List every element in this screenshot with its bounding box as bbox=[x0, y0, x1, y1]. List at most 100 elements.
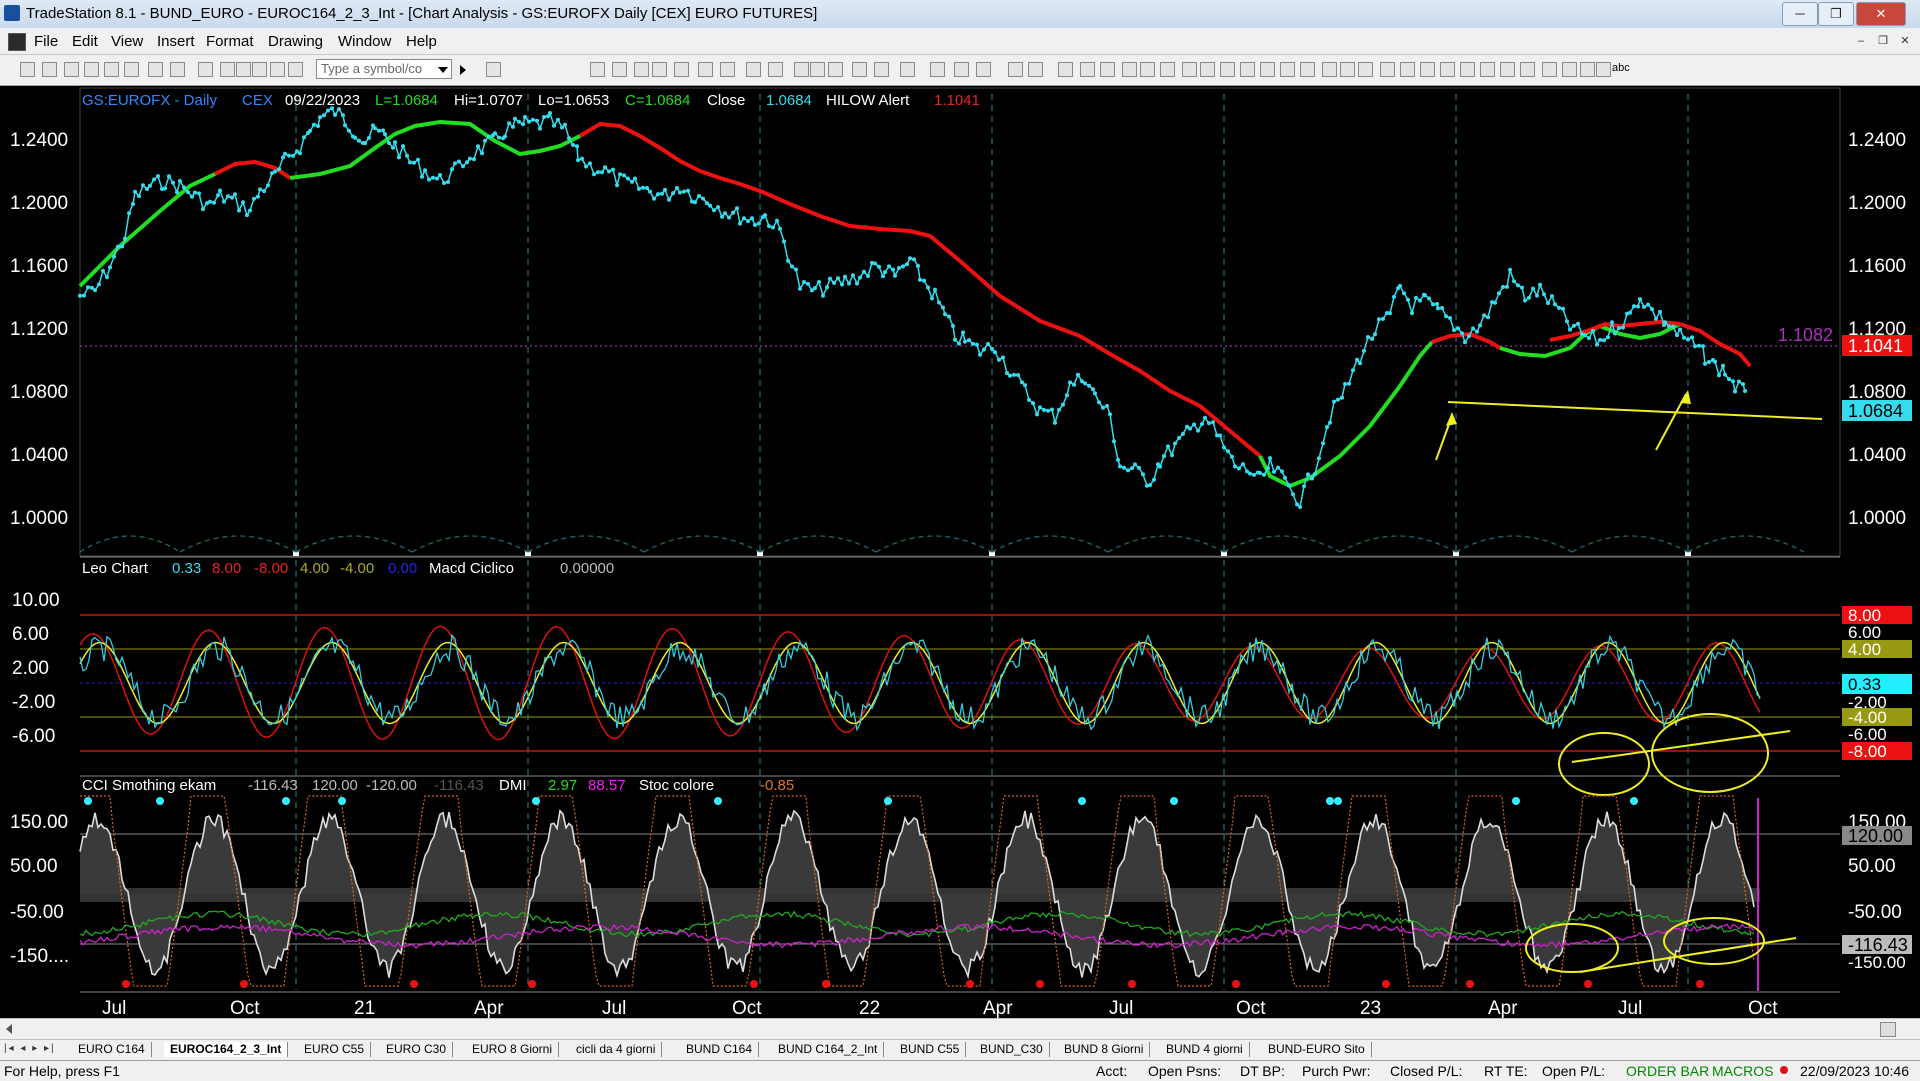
toolbar-button-icon[interactable] bbox=[198, 62, 213, 77]
toolbar-button-icon[interactable] bbox=[794, 62, 809, 77]
symbol-input[interactable]: Type a symbol/co bbox=[316, 59, 452, 79]
toolbar-button-icon[interactable] bbox=[976, 62, 991, 77]
toolbar-button-icon[interactable] bbox=[84, 62, 99, 77]
toolbar-button-icon[interactable] bbox=[1400, 62, 1415, 77]
text-tool-icon[interactable]: abc bbox=[1612, 62, 1630, 74]
workspace-tab[interactable]: EUROC164_2_3_Int bbox=[164, 1042, 289, 1057]
toolbar-button-icon[interactable] bbox=[720, 62, 735, 77]
go-arrow-icon[interactable] bbox=[460, 65, 466, 75]
toolbar-button-icon[interactable] bbox=[1358, 62, 1373, 77]
toolbar-button-icon[interactable] bbox=[252, 62, 267, 77]
mdi-minimize-button[interactable]: – bbox=[1850, 32, 1872, 50]
scroll-left-arrow-icon[interactable] bbox=[6, 1024, 12, 1034]
toolbar-button-icon[interactable] bbox=[1028, 62, 1043, 77]
toolbar-button-icon[interactable] bbox=[1380, 62, 1395, 77]
toolbar-button-icon[interactable] bbox=[954, 62, 969, 77]
toolbar-button-icon[interactable] bbox=[220, 62, 235, 77]
menu-help[interactable]: Help bbox=[406, 33, 437, 50]
chart-svg[interactable]: GS:EUROFX - Daily CEX 09/22/2023 L=1.068… bbox=[0, 86, 1920, 1019]
chart-analysis-window[interactable]: GS:EUROFX - Daily CEX 09/22/2023 L=1.068… bbox=[0, 86, 1920, 1026]
symbol-dropdown-icon[interactable] bbox=[438, 67, 448, 73]
toolbar-button-icon[interactable] bbox=[1596, 62, 1611, 77]
toolbar-button-icon[interactable] bbox=[236, 62, 251, 77]
toolbar-button-icon[interactable] bbox=[900, 62, 915, 77]
toolbar-button-icon[interactable] bbox=[1122, 62, 1137, 77]
chart-horizontal-scrollbar[interactable] bbox=[0, 1018, 1920, 1039]
toolbar-button-icon[interactable] bbox=[698, 62, 713, 77]
toolbar-button-icon[interactable] bbox=[1500, 62, 1515, 77]
mdi-restore-button[interactable]: ❐ bbox=[1872, 32, 1894, 50]
maximize-button[interactable]: ❐ bbox=[1818, 2, 1854, 26]
toolbar-button-icon[interactable] bbox=[1220, 62, 1235, 77]
status-order-bar[interactable]: ORDER BAR bbox=[1626, 1063, 1709, 1079]
toolbar-button-icon[interactable] bbox=[1520, 62, 1535, 77]
toolbar-button-icon[interactable] bbox=[1280, 62, 1295, 77]
workspace-tab[interactable]: BUND C164 bbox=[680, 1042, 760, 1057]
toolbar-button-icon[interactable] bbox=[486, 62, 501, 77]
toolbar-button-icon[interactable] bbox=[674, 62, 689, 77]
toolbar-button-icon[interactable] bbox=[1140, 62, 1155, 77]
toolbar-button-icon[interactable] bbox=[124, 62, 139, 77]
toolbar-button-icon[interactable] bbox=[42, 62, 57, 77]
toolbar-button-icon[interactable] bbox=[1440, 62, 1455, 77]
toolbar-button-icon[interactable] bbox=[612, 62, 627, 77]
toolbar-button-icon[interactable] bbox=[746, 62, 761, 77]
workspace-tab[interactable]: EURO C30 bbox=[380, 1042, 454, 1057]
scroll-thumb[interactable] bbox=[1880, 1022, 1896, 1037]
toolbar-button-icon[interactable] bbox=[104, 62, 119, 77]
minimize-button[interactable]: ─ bbox=[1782, 2, 1818, 26]
toolbar-button-icon[interactable] bbox=[1200, 62, 1215, 77]
toolbar-button-icon[interactable] bbox=[852, 62, 867, 77]
menu-view[interactable]: View bbox=[111, 33, 143, 50]
workspace-tab[interactable]: BUND 8 Giorni bbox=[1058, 1042, 1151, 1057]
toolbar-button-icon[interactable] bbox=[1160, 62, 1175, 77]
toolbar-button-icon[interactable] bbox=[590, 62, 605, 77]
toolbar-button-icon[interactable] bbox=[1260, 62, 1275, 77]
toolbar-button-icon[interactable] bbox=[1460, 62, 1475, 77]
toolbar-button-icon[interactable] bbox=[874, 62, 889, 77]
toolbar-button-icon[interactable] bbox=[1542, 62, 1557, 77]
toolbar-button-icon[interactable] bbox=[1080, 62, 1095, 77]
toolbar-button-icon[interactable] bbox=[930, 62, 945, 77]
workspace-tab[interactable]: EURO C164 bbox=[72, 1042, 152, 1057]
toolbar-button-icon[interactable] bbox=[1322, 62, 1337, 77]
toolbar-button-icon[interactable] bbox=[1580, 62, 1595, 77]
menu-window[interactable]: Window bbox=[338, 33, 391, 50]
workspace-tab[interactable]: BUND 4 giorni bbox=[1160, 1042, 1250, 1057]
toolbar-button-icon[interactable] bbox=[1182, 62, 1197, 77]
menu-drawing[interactable]: Drawing bbox=[268, 33, 323, 50]
toolbar-button-icon[interactable] bbox=[634, 62, 649, 77]
toolbar-button-icon[interactable] bbox=[768, 62, 783, 77]
workspace-tab[interactable]: BUND_C30 bbox=[974, 1042, 1050, 1057]
toolbar-button-icon[interactable] bbox=[1240, 62, 1255, 77]
workspace-tab[interactable]: cicli da 4 giorni bbox=[570, 1042, 663, 1057]
toolbar-button-icon[interactable] bbox=[1340, 62, 1355, 77]
menu-edit[interactable]: Edit bbox=[72, 33, 98, 50]
toolbar-button-icon[interactable] bbox=[148, 62, 163, 77]
toolbar-button-icon[interactable] bbox=[810, 62, 825, 77]
workspace-tab[interactable]: EURO 8 Giorni bbox=[466, 1042, 560, 1057]
status-macros[interactable]: MACROS bbox=[1712, 1063, 1773, 1079]
tab-nav-arrows[interactable]: |◂ ◂ ▸ ▸| bbox=[4, 1043, 66, 1057]
close-button[interactable]: ✕ bbox=[1856, 2, 1906, 26]
toolbar-button-icon[interactable] bbox=[828, 62, 843, 77]
toolbar-button-icon[interactable] bbox=[1480, 62, 1495, 77]
toolbar-button-icon[interactable] bbox=[288, 62, 303, 77]
toolbar-button-icon[interactable] bbox=[1420, 62, 1435, 77]
mdi-close-button[interactable]: ✕ bbox=[1894, 32, 1916, 50]
toolbar-button-icon[interactable] bbox=[1100, 62, 1115, 77]
menu-insert[interactable]: Insert bbox=[157, 33, 195, 50]
toolbar-button-icon[interactable] bbox=[1562, 62, 1577, 77]
toolbar-button-icon[interactable] bbox=[170, 62, 185, 77]
workspace-tab[interactable]: EURO C55 bbox=[298, 1042, 372, 1057]
menu-format[interactable]: Format bbox=[206, 33, 254, 50]
toolbar-button-icon[interactable] bbox=[1300, 62, 1315, 77]
workspace-tab[interactable]: BUND C164_2_Int bbox=[772, 1042, 885, 1057]
toolbar-button-icon[interactable] bbox=[270, 62, 285, 77]
toolbar-button-icon[interactable] bbox=[1008, 62, 1023, 77]
workspace-tab[interactable]: BUND C55 bbox=[894, 1042, 967, 1057]
toolbar-button-icon[interactable] bbox=[64, 62, 79, 77]
workspace-tab[interactable]: BUND-EURO Sito bbox=[1262, 1042, 1372, 1057]
toolbar-button-icon[interactable] bbox=[20, 62, 35, 77]
toolbar-button-icon[interactable] bbox=[652, 62, 667, 77]
